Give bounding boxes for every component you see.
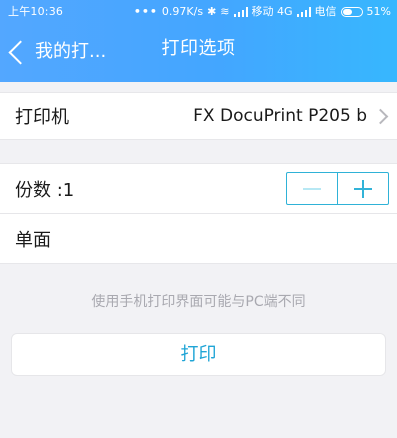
battery-fill: [342, 9, 352, 15]
chevron-right-icon: [372, 108, 389, 125]
minus-icon: [303, 187, 321, 190]
copies-label: 份数 :1: [15, 180, 75, 201]
page-title: 打印选项: [161, 38, 236, 59]
quantity-stepper: [286, 172, 389, 205]
app-header: 上午10:36 ••• 0.97K/s ✱ ≋ 移动 4G 电信 51% 我的打…: [0, 0, 397, 82]
print-button[interactable]: 打印: [11, 333, 386, 376]
duplex-row[interactable]: 单面: [0, 214, 397, 264]
signal-icon: [296, 7, 311, 17]
wifi-icon: ≋: [220, 5, 230, 18]
carrier-1: 移动 4G: [251, 5, 293, 18]
more-dots-icon: •••: [133, 5, 158, 18]
printer-label: 打印机: [15, 107, 69, 128]
status-bar: 上午10:36 ••• 0.97K/s ✱ ≋ 移动 4G 电信 51%: [0, 0, 397, 24]
printer-value: FX DocuPrint P205 b: [193, 106, 367, 126]
carrier-2: 电信: [314, 5, 337, 18]
duplex-label: 单面: [15, 230, 51, 251]
status-time: 上午10:36: [8, 5, 64, 18]
navigation-bar: 我的打... 打印选项: [0, 24, 397, 82]
interface-notice: 使用手机打印界面可能与PC端不同: [91, 294, 306, 310]
print-options-group: 份数 :1 单面: [0, 163, 397, 264]
network-speed: 0.97K/s: [161, 5, 204, 18]
battery-icon: [340, 7, 363, 17]
plus-icon: [362, 179, 364, 198]
bluetooth-icon: ✱: [207, 5, 217, 18]
copies-row: 份数 :1: [0, 164, 397, 214]
status-indicators: ••• 0.97K/s ✱ ≋ 移动 4G 电信 51%: [134, 0, 391, 24]
decrease-copies-button[interactable]: [287, 173, 337, 204]
increase-copies-button[interactable]: [337, 173, 388, 204]
signal-icon: [233, 7, 248, 17]
printer-row[interactable]: 打印机 FX DocuPrint P205 b: [0, 92, 397, 140]
battery-percent: 51%: [366, 5, 391, 18]
